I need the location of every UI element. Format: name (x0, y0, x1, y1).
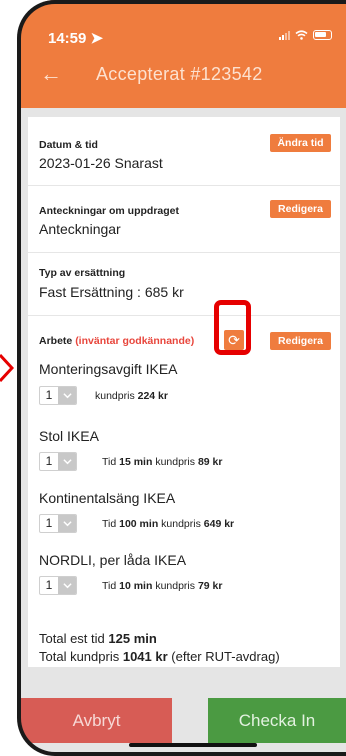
notes-value: Anteckningar (39, 221, 121, 237)
arrow-left-icon[interactable]: ← (40, 61, 62, 87)
app-header: 14:59 ➤ ← Accepterat #123542 (21, 0, 346, 108)
change-time-button[interactable]: Ändra tid (270, 134, 331, 152)
wifi-icon (295, 30, 308, 40)
status-icons (279, 30, 332, 40)
battery-icon (313, 30, 332, 40)
quantity-select[interactable]: 1 (39, 576, 77, 595)
item-meta: kundpris 224 kr (95, 390, 168, 402)
work-label: Arbete (inväntar godkännande) (39, 335, 195, 347)
item-meta: Tid 100 min kundpris 649 kr (102, 518, 235, 530)
edit-notes-button[interactable]: Redigera (270, 200, 331, 218)
highlight-box (214, 300, 251, 355)
datetime-label: Datum & tid (39, 139, 98, 151)
notes-label: Anteckningar om uppdraget (39, 205, 180, 217)
item-meta: Tid 10 min kundpris 79 kr (102, 580, 223, 592)
location-icon: ➤ (90, 30, 104, 47)
divider (28, 315, 340, 316)
divider (28, 252, 340, 253)
home-indicator (129, 743, 257, 747)
cancel-button[interactable]: Avbryt (21, 698, 172, 743)
page-title: Accepterat #123542 (96, 64, 263, 84)
item-name: Stol IKEA (39, 428, 99, 444)
chevron-down-icon (58, 515, 76, 532)
quantity-select[interactable]: 1 (39, 514, 77, 533)
item-name: Monteringsavgift IKEA (39, 361, 178, 377)
total-time: Total est tid 125 min (39, 631, 157, 646)
pointer-arrow-icon (0, 354, 14, 382)
item-name: Kontinentalsäng IKEA (39, 490, 176, 506)
item-name: NORDLI, per låda IKEA (39, 552, 187, 568)
quantity-select[interactable]: 1 (39, 452, 77, 471)
total-price: Total kundpris 1041 kr (efter RUT-avdrag… (39, 649, 280, 664)
checkin-button[interactable]: Checka In (208, 698, 346, 743)
signal-icon (279, 30, 290, 40)
compensation-label: Typ av ersättning (39, 267, 126, 279)
chevron-down-icon (58, 453, 76, 470)
order-details: Datum & tid Ändra tid 2023-01-26 Snarast… (28, 117, 340, 667)
chevron-down-icon (58, 387, 76, 404)
phone-screen: 14:59 ➤ ← Accepterat #123542 Datum & tid… (21, 0, 346, 756)
edit-work-button[interactable]: Redigera (270, 332, 331, 350)
chevron-down-icon (58, 577, 76, 594)
quantity-select[interactable]: 1 (39, 386, 77, 405)
pending-status: (inväntar godkännande) (75, 335, 195, 347)
compensation-value: Fast Ersättning : 685 kr (39, 284, 184, 300)
item-meta: Tid 15 min kundpris 89 kr (102, 456, 223, 468)
datetime-value: 2023-01-26 Snarast (39, 155, 163, 171)
divider (28, 185, 340, 186)
status-time: 14:59 ➤ (48, 30, 104, 47)
